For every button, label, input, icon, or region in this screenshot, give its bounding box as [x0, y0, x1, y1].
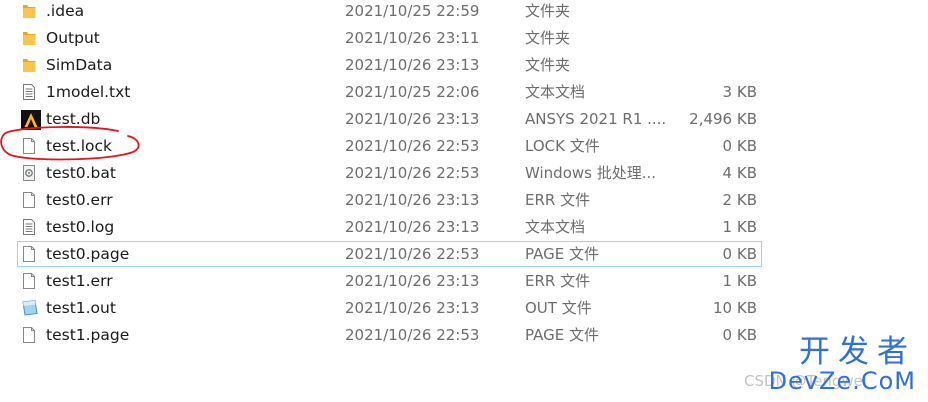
file-name: test0.bat — [46, 164, 116, 182]
file-row[interactable]: Output 2021/10/26 23:11 文件夹 — [17, 25, 762, 51]
file-type: 文件夹 — [525, 29, 571, 47]
file-date-modified: 2021/10/26 23:11 — [345, 29, 480, 47]
file-type: PAGE 文件 — [525, 326, 599, 344]
out-file-icon — [21, 296, 41, 320]
watermark-en: DevZe.CoM — [768, 367, 916, 395]
file-name: 1model.txt — [46, 83, 131, 101]
blank-file-icon — [21, 269, 41, 293]
file-size: 2,496 KB — [689, 110, 757, 128]
file-row[interactable]: test0.page 2021/10/26 22:53 PAGE 文件 0 KB — [17, 241, 762, 267]
file-row[interactable]: test1.err 2021/10/26 23:13 ERR 文件 1 KB — [17, 268, 762, 294]
file-date-modified: 2021/10/26 23:13 — [345, 56, 480, 74]
file-row[interactable]: SimData 2021/10/26 23:13 文件夹 — [17, 52, 762, 78]
file-date-modified: 2021/10/26 23:13 — [345, 110, 480, 128]
file-size: 3 KB — [722, 83, 757, 101]
watermark: CSDN @Tengwei 开发者 DevZe.CoM — [744, 334, 920, 398]
file-row[interactable]: test1.page 2021/10/26 22:53 PAGE 文件 0 KB — [17, 322, 762, 348]
file-name: test0.err — [46, 191, 113, 209]
watermark-cn: 开发者 — [799, 334, 916, 370]
file-type: 文件夹 — [525, 56, 571, 74]
file-type: OUT 文件 — [525, 299, 592, 317]
text-file-icon — [21, 215, 41, 239]
file-name: .idea — [46, 2, 85, 20]
file-name: Output — [46, 29, 100, 47]
file-type: 文本文档 — [525, 218, 586, 236]
file-date-modified: 2021/10/26 22:53 — [345, 164, 480, 182]
file-name: test1.err — [46, 272, 113, 290]
file-date-modified: 2021/10/26 23:13 — [345, 272, 480, 290]
file-row[interactable]: test1.out 2021/10/26 23:13 OUT 文件 10 KB — [17, 295, 762, 321]
file-date-modified: 2021/10/26 22:53 — [345, 245, 480, 263]
file-type: ANSYS 2021 R1 .... — [525, 110, 667, 128]
file-row[interactable]: test0.err 2021/10/26 23:13 ERR 文件 2 KB — [17, 187, 762, 213]
file-size: 1 KB — [722, 218, 757, 236]
file-size: 4 KB — [722, 164, 757, 182]
file-date-modified: 2021/10/25 22:06 — [345, 83, 480, 101]
file-name: test0.log — [46, 218, 115, 236]
file-type: 文本文档 — [525, 83, 586, 101]
folder-icon — [21, 0, 41, 23]
file-date-modified: 2021/10/26 23:13 — [345, 218, 480, 236]
file-type: PAGE 文件 — [525, 245, 599, 263]
file-name: test0.page — [46, 245, 130, 263]
file-date-modified: 2021/10/26 22:53 — [345, 137, 480, 155]
folder-icon — [21, 26, 41, 50]
file-type: 文件夹 — [525, 2, 571, 20]
file-name: SimData — [46, 56, 113, 74]
file-row[interactable]: test0.bat 2021/10/26 22:53 Windows 批处理... 4… — [17, 160, 762, 186]
file-date-modified: 2021/10/26 23:13 — [345, 191, 480, 209]
folder-icon — [21, 53, 41, 77]
file-name: test1.out — [46, 299, 116, 317]
file-name: test1.page — [46, 326, 130, 344]
red-ellipse-annotation — [0, 126, 140, 161]
file-row[interactable]: .idea 2021/10/25 22:59 文件夹 — [17, 0, 762, 24]
file-date-modified: 2021/10/26 22:53 — [345, 326, 480, 344]
file-size: 1 KB — [722, 272, 757, 290]
file-size: 0 KB — [722, 245, 757, 263]
file-row[interactable]: test0.log 2021/10/26 23:13 文本文档 1 KB — [17, 214, 762, 240]
file-type: ERR 文件 — [525, 272, 591, 290]
file-date-modified: 2021/10/25 22:59 — [345, 2, 480, 20]
file-type: ERR 文件 — [525, 191, 591, 209]
blank-file-icon — [21, 323, 41, 347]
file-size: 2 KB — [722, 191, 757, 209]
file-date-modified: 2021/10/26 23:13 — [345, 299, 480, 317]
file-size: 10 KB — [713, 299, 757, 317]
blank-file-icon — [21, 242, 41, 266]
file-size: 0 KB — [722, 137, 757, 155]
file-type: LOCK 文件 — [525, 137, 600, 155]
text-file-icon — [21, 80, 41, 104]
file-type: Windows 批处理... — [525, 164, 657, 182]
blank-file-icon — [21, 188, 41, 212]
batch-file-icon — [21, 161, 41, 185]
file-row[interactable]: 1model.txt 2021/10/25 22:06 文本文档 3 KB — [17, 79, 762, 105]
